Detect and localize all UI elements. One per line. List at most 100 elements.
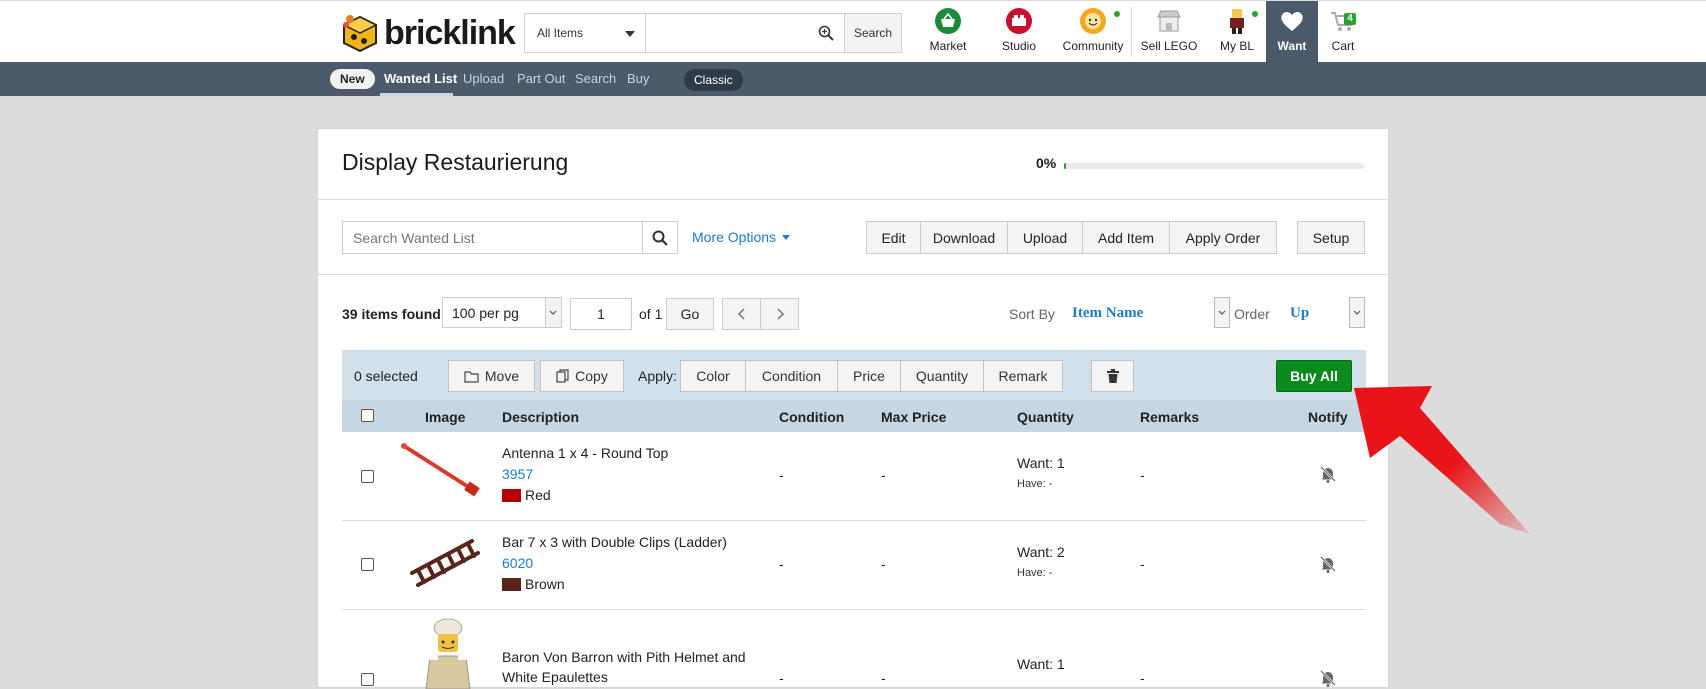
brick-logo-icon xyxy=(342,15,378,53)
download-button[interactable]: Download xyxy=(920,221,1008,254)
minifig-part-image[interactable] xyxy=(418,618,478,689)
community-status-dot xyxy=(1114,11,1120,17)
col-quantity[interactable]: Quantity xyxy=(1017,409,1074,425)
sort-by-select[interactable]: Item Name xyxy=(1072,305,1143,322)
page-number-input[interactable]: 1 xyxy=(570,298,632,330)
col-max-price[interactable]: Max Price xyxy=(881,409,946,425)
chevron-down-icon xyxy=(1218,310,1226,315)
row-checkbox[interactable] xyxy=(361,673,374,686)
antenna-part-image[interactable] xyxy=(400,442,484,500)
item-name[interactable]: Bar 7 x 3 with Double Clips (Ladder) xyxy=(502,534,727,550)
item-remarks: - xyxy=(1140,670,1145,686)
page-title: Display Restaurierung xyxy=(342,149,569,175)
studio-icon xyxy=(1006,8,1032,34)
chevron-down-icon xyxy=(545,298,561,327)
search-input[interactable] xyxy=(646,14,844,52)
bulk-action-toolbar: 0 selected Move Copy Apply: Color Condit… xyxy=(342,350,1366,400)
item-have-qty: Have: - xyxy=(1017,567,1053,579)
item-want-qty: Want: 1 xyxy=(1017,455,1065,471)
col-condition[interactable]: Condition xyxy=(779,409,844,425)
minifig-avatar-icon xyxy=(1230,9,1244,34)
page-total-label: of 1 xyxy=(639,306,663,322)
item-color: Brown xyxy=(502,576,565,592)
apply-remark-button[interactable]: Remark xyxy=(983,360,1063,392)
copy-icon xyxy=(556,369,569,383)
notification-off-icon[interactable] xyxy=(1318,668,1338,688)
apply-label: Apply: xyxy=(638,368,677,384)
prev-page-button[interactable] xyxy=(722,298,761,330)
zoom-search-icon[interactable] xyxy=(818,25,834,41)
item-max-price: - xyxy=(881,556,886,572)
subnav-search[interactable]: Search xyxy=(575,71,616,86)
classic-ui-toggle[interactable]: Classic xyxy=(684,69,743,91)
notification-off-icon[interactable] xyxy=(1318,464,1338,484)
order-dropdown[interactable] xyxy=(1349,297,1365,328)
setup-button[interactable]: Setup xyxy=(1297,221,1365,254)
search-category-value: All Items xyxy=(537,26,584,40)
apply-price-button[interactable]: Price xyxy=(837,360,901,392)
search-button[interactable]: Search xyxy=(844,14,901,52)
add-item-button[interactable]: Add Item xyxy=(1082,221,1170,254)
apply-order-button[interactable]: Apply Order xyxy=(1169,221,1277,254)
subnav-buy[interactable]: Buy xyxy=(627,71,649,86)
per-page-select[interactable]: 100 per pg xyxy=(442,297,562,328)
item-part-number[interactable]: 3957 xyxy=(502,466,533,482)
item-name[interactable]: Baron Von Barron with Pith Helmet and Wh… xyxy=(502,647,752,687)
table-row: Baron Von Barron with Pith Helmet and Wh… xyxy=(342,610,1366,689)
chevron-left-icon xyxy=(737,308,745,320)
subnav-upload[interactable]: Upload xyxy=(463,71,504,86)
more-options-link[interactable]: More Options xyxy=(692,229,790,245)
nav-cart[interactable]: 4 Cart xyxy=(1328,1,1358,63)
item-name[interactable]: Antenna 1 x 4 - Round Top xyxy=(502,445,668,461)
nav-my-bl[interactable]: My BL xyxy=(1218,1,1258,63)
col-description[interactable]: Description xyxy=(502,409,579,425)
trash-icon xyxy=(1106,369,1119,383)
item-max-price: - xyxy=(881,467,886,483)
market-basket-icon xyxy=(935,8,961,34)
per-page-value: 100 per pg xyxy=(452,304,519,321)
divider xyxy=(318,199,1390,200)
copy-button[interactable]: Copy xyxy=(540,360,624,392)
delete-button[interactable] xyxy=(1091,360,1134,392)
row-checkbox[interactable] xyxy=(361,470,374,483)
apply-condition-button[interactable]: Condition xyxy=(745,360,838,392)
chevron-right-icon xyxy=(776,308,784,320)
sort-by-dropdown[interactable] xyxy=(1214,297,1230,328)
nav-want-label: Want xyxy=(1277,39,1307,53)
wanted-list-search-input[interactable] xyxy=(342,221,643,254)
cart-count-badge: 4 xyxy=(1344,13,1356,25)
catalog-search: All Items Search xyxy=(524,13,902,53)
nav-studio[interactable]: Studio xyxy=(996,1,1042,63)
row-checkbox[interactable] xyxy=(361,558,374,571)
item-color-name: Brown xyxy=(525,576,565,592)
select-all-checkbox[interactable] xyxy=(361,409,374,422)
upload-button[interactable]: Upload xyxy=(1007,221,1083,254)
bricklink-logo[interactable]: bricklink xyxy=(340,11,516,55)
notification-off-icon[interactable] xyxy=(1318,554,1338,574)
move-button[interactable]: Move xyxy=(448,360,535,392)
color-swatch xyxy=(502,578,521,591)
apply-quantity-button[interactable]: Quantity xyxy=(900,360,984,392)
search-category-select[interactable]: All Items xyxy=(525,14,646,52)
folder-icon xyxy=(464,370,479,383)
go-button[interactable]: Go xyxy=(666,298,714,330)
order-select[interactable]: Up xyxy=(1290,305,1309,322)
item-part-number[interactable]: 6020 xyxy=(502,555,533,571)
top-header: bricklink All Items Search Market Studio… xyxy=(0,0,1706,63)
nav-my-bl-label: My BL xyxy=(1219,39,1254,53)
nav-want[interactable]: Want xyxy=(1266,1,1318,63)
table-header: Image Description Condition Max Price Qu… xyxy=(342,400,1366,432)
new-ui-toggle[interactable]: New xyxy=(330,69,375,89)
subnav-part-out[interactable]: Part Out xyxy=(517,71,565,86)
apply-color-button[interactable]: Color xyxy=(680,360,746,392)
nav-sell-lego[interactable]: Sell LEGO xyxy=(1140,1,1198,63)
nav-market[interactable]: Market xyxy=(925,1,971,63)
subnav-wanted-list[interactable]: Wanted List xyxy=(384,71,457,86)
next-page-button[interactable] xyxy=(760,298,799,330)
nav-cart-label: Cart xyxy=(1331,39,1355,53)
wanted-list-search-button[interactable] xyxy=(642,221,678,254)
nav-community[interactable]: Community xyxy=(1062,1,1124,63)
storefront-icon xyxy=(1157,10,1181,32)
ladder-part-image[interactable] xyxy=(404,533,484,589)
edit-button[interactable]: Edit xyxy=(866,221,921,254)
